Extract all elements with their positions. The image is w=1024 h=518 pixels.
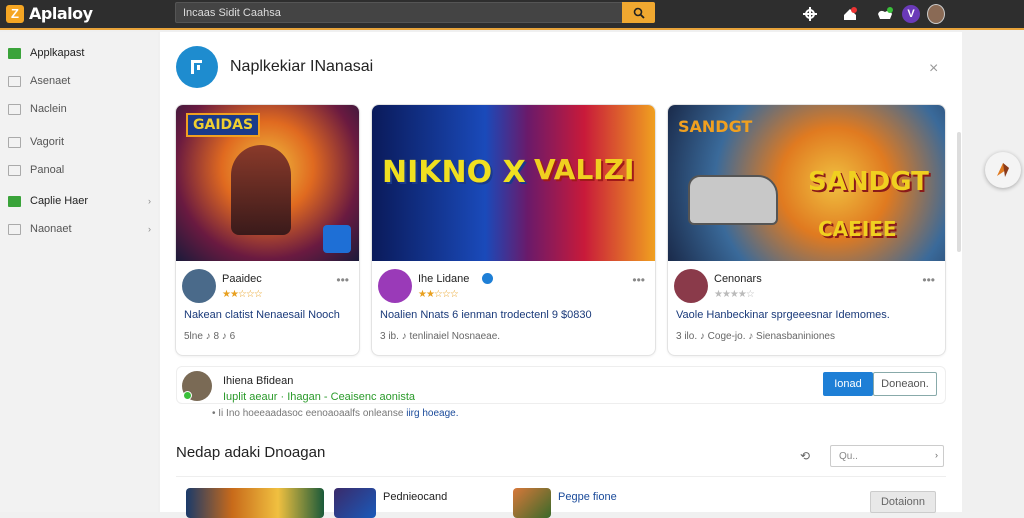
search-bar[interactable]: Incaas Sidit Caahsa: [175, 2, 655, 23]
details-button[interactable]: Dotaionn: [870, 491, 936, 513]
controller-icon[interactable]: [876, 5, 894, 23]
app-logo[interactable]: Z Aplaloy: [6, 4, 93, 23]
avatar: [378, 269, 412, 303]
card-thumbnail: SANDGT SANDGT CAEIEE: [668, 105, 945, 261]
list-icon: [8, 103, 21, 115]
modal-logo-icon: [176, 46, 218, 88]
settings-icon[interactable]: [801, 5, 819, 23]
list-item-title[interactable]: Pednieocand: [383, 491, 447, 503]
close-icon[interactable]: ×: [929, 60, 938, 78]
sidebar-item-panoal[interactable]: Panoal: [8, 161, 153, 179]
folder-icon: [8, 195, 21, 207]
chevron-right-icon: ›: [148, 224, 151, 234]
app-name: Aplaloy: [29, 4, 93, 23]
card-description: Noalien Nnats 6 ienman trodectenl 9 $083…: [380, 309, 592, 321]
badge-icon: [323, 225, 351, 253]
online-status-icon: [183, 391, 192, 400]
search-button[interactable]: [622, 2, 655, 23]
sidebar-item-vagorit[interactable]: Vagorit: [8, 133, 153, 151]
more-options-icon[interactable]: •••: [922, 273, 935, 287]
card-author: Paaidec: [222, 273, 262, 285]
car-figure: [688, 175, 778, 225]
rating-stars: ★★☆☆☆: [222, 289, 263, 300]
list-thumbnail[interactable]: [186, 488, 324, 518]
list-item-title[interactable]: Pegpe fione: [558, 491, 617, 503]
app-card[interactable]: SANDGT SANDGT CAEIEE Cenonars ★★★★☆ ••• …: [667, 104, 946, 356]
top-bar: Z Aplaloy Incaas Sidit Caahsa V: [0, 0, 1024, 30]
sidebar-item-caplie[interactable]: Caplie Haer ›: [8, 192, 153, 210]
card-author: Cenonars: [714, 273, 762, 285]
primary-button[interactable]: Ionad: [823, 372, 873, 396]
secondary-button[interactable]: Doneaon.: [873, 372, 937, 396]
card-author: Ihe Lidane: [418, 273, 470, 285]
rating-stars: ★★☆☆☆: [418, 289, 459, 300]
avatar: [182, 269, 216, 303]
list-thumbnail[interactable]: [334, 488, 376, 518]
card-meta: 3 ib. ♪ tenlinaiel Nosnaeae.: [380, 331, 501, 342]
card-thumbnail: NIKNO X VALIZI: [372, 105, 655, 261]
character-figure: [231, 145, 291, 235]
rating-stars: ★★★★☆: [714, 289, 755, 300]
card-meta: 5lne ♪ 8 ♪ 6: [184, 331, 236, 342]
app-card[interactable]: GAIDAS Paaidec ★★☆☆☆ ••• Nakean clatist …: [175, 104, 360, 356]
app-list: Pednieocand Pegpe fione: [176, 476, 946, 518]
modal-header: Naplkekiar INanasai: [176, 46, 373, 88]
sidebar: Applkapast Asenaet Naclein Vagorit Panoa…: [0, 32, 158, 512]
user-name: Ihiena Bfidean: [223, 375, 294, 387]
more-options-icon[interactable]: •••: [336, 273, 349, 287]
chart-icon: [8, 136, 21, 148]
card-meta: 3 ilo. ♪ Coge-jo. ♪ Sienasbaniniones: [676, 331, 835, 342]
sidebar-item-asenaet[interactable]: Asenaet: [8, 72, 153, 90]
notifications-icon[interactable]: [841, 5, 859, 23]
sidebar-item-naonaet[interactable]: Naonaet ›: [8, 220, 153, 238]
modal-title: Naplkekiar INanasai: [230, 58, 374, 75]
section-title: Nedap adaki Dnoagan: [176, 444, 326, 461]
panel-icon: [8, 164, 21, 176]
search-input[interactable]: Incaas Sidit Caahsa: [183, 7, 281, 19]
app-icon: [997, 163, 1009, 177]
refresh-icon[interactable]: ⟲: [800, 449, 810, 463]
user-avatar[interactable]: [927, 4, 945, 24]
user-subtitle: Iuplit aeaur · Ihagan - Ceaisenc aonista: [223, 391, 416, 403]
card-thumbnail: GAIDAS: [176, 105, 359, 261]
chevron-right-icon: ›: [148, 196, 151, 206]
box-icon: [8, 223, 21, 235]
sidebar-item-naclein[interactable]: Naclein: [8, 100, 153, 118]
chevron-right-icon: ›: [935, 450, 938, 460]
profile-badge-icon[interactable]: V: [902, 5, 920, 23]
search-icon: [633, 7, 645, 19]
floating-action-button[interactable]: [985, 152, 1021, 188]
apps-icon: [8, 47, 21, 59]
sidebar-item-apps[interactable]: Applkapast: [8, 44, 153, 62]
scrollbar[interactable]: [957, 132, 961, 252]
avatar: [674, 269, 708, 303]
verified-icon: [482, 273, 493, 284]
card-description: Vaole Hanbeckinar sprgeeesnar Idemomes.: [676, 309, 890, 321]
grid-icon: [8, 75, 21, 87]
note-text: • Ii Ino hoeeaadasoc eenoaoaalfs onleans…: [212, 408, 459, 419]
list-thumbnail[interactable]: [513, 488, 551, 518]
app-card[interactable]: NIKNO X VALIZI Ihe Lidane ★★☆☆☆ ••• Noal…: [371, 104, 656, 356]
filter-select[interactable]: Qu.. ›: [830, 445, 944, 467]
card-description: Nakean clatist Nenaesail Nooch: [184, 309, 340, 321]
note-link[interactable]: iirg hoeage.: [406, 408, 458, 419]
more-options-icon[interactable]: •••: [632, 273, 645, 287]
logo-icon: Z: [6, 4, 24, 23]
